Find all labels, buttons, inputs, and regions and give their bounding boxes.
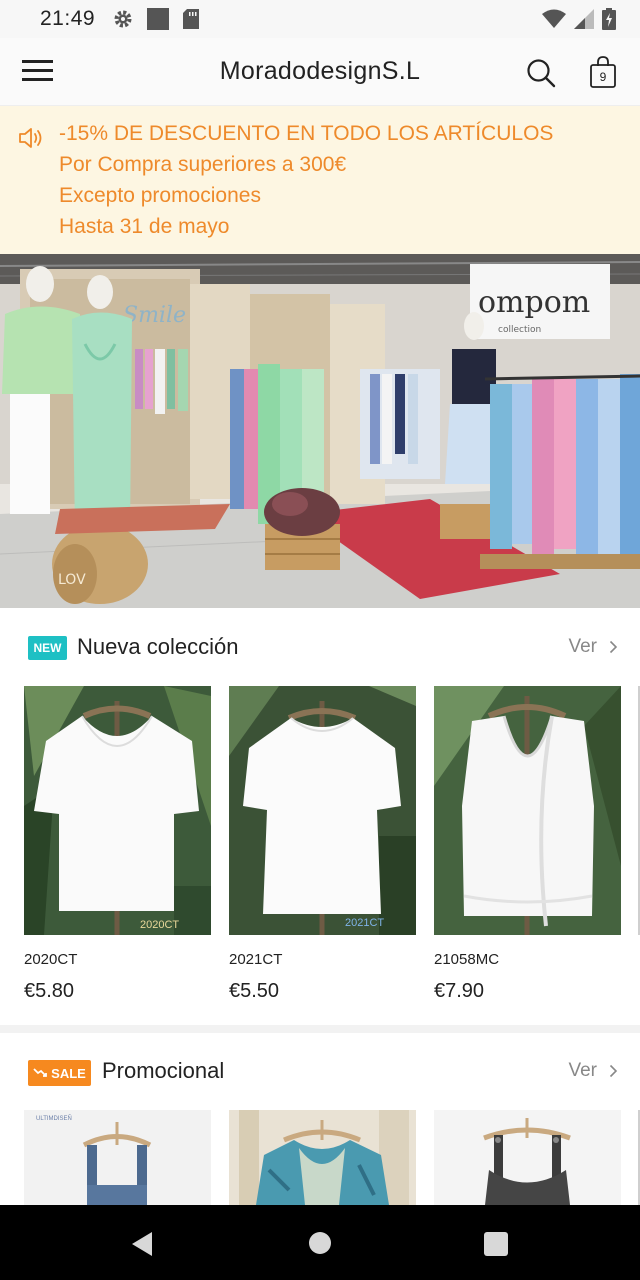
see-more-link[interactable]: Ver <box>568 636 618 658</box>
cart-button[interactable]: 9 <box>589 55 617 89</box>
product-price: €7.90 <box>434 980 485 1002</box>
menu-button[interactable] <box>22 60 54 84</box>
product-card[interactable] <box>434 1110 621 1205</box>
section-header-nueva-coleccion: NEW Nueva colección Ver <box>0 634 640 674</box>
see-more-link[interactable]: Ver <box>568 1060 618 1082</box>
signal-icon <box>574 9 594 29</box>
product-image: 2020CT <box>24 686 211 935</box>
product-price: €5.50 <box>229 980 280 1002</box>
search-button[interactable] <box>526 58 556 88</box>
product-image <box>434 686 621 935</box>
product-card[interactable] <box>229 1110 416 1205</box>
recent-apps-icon[interactable] <box>484 1232 508 1256</box>
status-time: 21:49 <box>40 7 96 30</box>
product-image <box>434 1110 621 1205</box>
store-banner-image[interactable]: Smile LOV ompom collection <box>0 254 640 608</box>
new-badge: NEW <box>28 636 67 660</box>
svg-text:ompom: ompom <box>478 285 590 320</box>
product-image: 2021CT <box>229 686 416 935</box>
square-icon <box>147 8 170 30</box>
announcement-line: -15% DE DESCUENTO EN TODO LOS ARTÍCULOS <box>59 122 554 145</box>
section-divider <box>0 1025 640 1033</box>
section-title: Nueva colección <box>77 634 239 659</box>
section-header-promocional: SALE Promocional Ver <box>0 1058 640 1098</box>
product-tag-text: ULTIMDISEÑ <box>36 1116 72 1122</box>
product-card[interactable]: 2020CT 2020CT €5.80 <box>24 686 211 1003</box>
product-code: 2020CT <box>24 951 78 968</box>
announcement-line: Por Compra superiores a 300€ <box>59 153 347 176</box>
product-card[interactable]: 2021CT 2021CT €5.50 <box>229 686 416 1003</box>
back-icon[interactable] <box>130 1231 154 1257</box>
product-card[interactable]: 21058MC €7.90 <box>434 686 621 1003</box>
svg-text:collection: collection <box>498 325 541 335</box>
product-image: ULTIMDISEÑ <box>24 1110 211 1205</box>
see-more-label: Ver <box>568 636 597 657</box>
product-code: 21058MC <box>434 951 500 968</box>
chevron-right-icon <box>609 640 618 654</box>
announcement-line: Excepto promociones <box>59 184 261 207</box>
product-card[interactable]: ULTIMDISEÑ <box>24 1110 211 1205</box>
app-header: MoradodesignS.L 9 <box>0 38 640 106</box>
product-tag-text: 2020CT <box>140 919 180 931</box>
announcement-line: Hasta 31 de mayo <box>59 215 230 238</box>
status-bar: 21:49 <box>0 0 640 38</box>
svg-text:Smile: Smile <box>123 303 186 328</box>
sale-badge-label: SALE <box>51 1065 86 1081</box>
status-right-icons <box>542 8 616 30</box>
speaker-icon <box>19 128 42 148</box>
battery-icon <box>602 8 616 30</box>
product-tag-text: 2021CT <box>345 917 385 929</box>
cart-count: 9 <box>599 70 607 84</box>
product-price: €5.80 <box>24 980 75 1002</box>
hamburger-icon <box>22 60 53 63</box>
product-code: 2021CT <box>229 951 283 968</box>
app-title: MoradodesignS.L <box>219 57 421 85</box>
search-icon <box>527 59 556 88</box>
home-icon[interactable] <box>309 1232 331 1254</box>
status-icons <box>113 8 200 30</box>
sd-card-icon <box>183 9 200 29</box>
chevron-right-icon <box>609 1064 618 1078</box>
store-photo: Smile LOV ompom collection <box>0 254 640 608</box>
sale-badge: SALE <box>28 1060 91 1086</box>
announcement-bar[interactable]: -15% DE DESCUENTO EN TODO LOS ARTÍCULOS … <box>0 106 640 254</box>
svg-text:LOV: LOV <box>58 572 86 588</box>
wifi-icon <box>542 9 566 28</box>
see-more-label: Ver <box>568 1060 597 1081</box>
product-image <box>229 1110 416 1205</box>
trend-down-icon <box>33 1068 48 1077</box>
system-nav-bar <box>0 1205 640 1280</box>
section-title: Promocional <box>102 1058 225 1083</box>
gear-icon <box>114 10 132 28</box>
